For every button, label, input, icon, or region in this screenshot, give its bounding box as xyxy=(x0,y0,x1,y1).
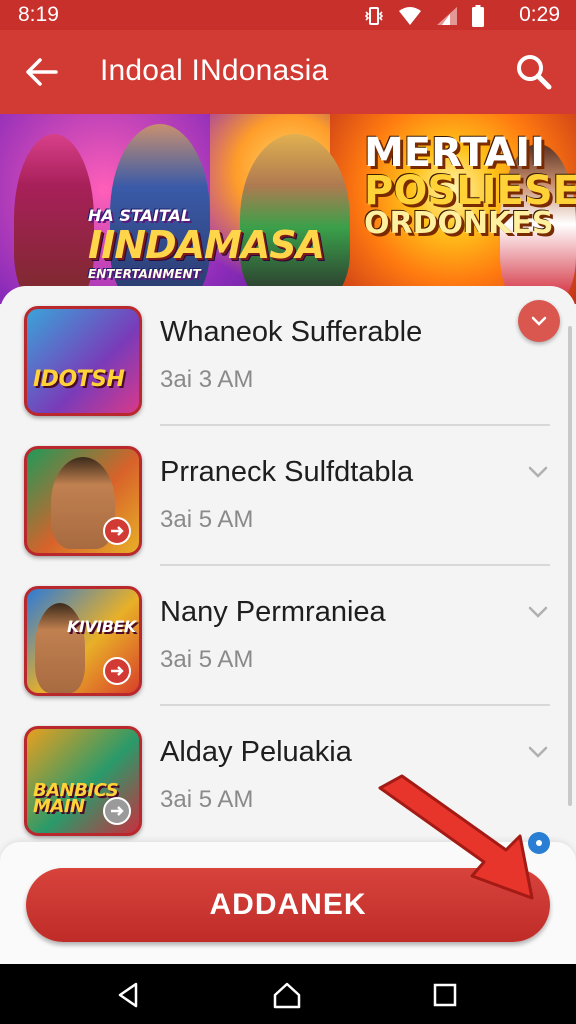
banner-right-line3: ORDONKES xyxy=(364,206,554,241)
banner-left-text: HA STAITAL IINDAMASA ENTERTAINMENT xyxy=(88,206,325,281)
status-time: 8:19 xyxy=(18,3,59,26)
item-title: Prraneck Sulfdtabla xyxy=(160,456,414,488)
arrow-right-icon xyxy=(111,666,124,676)
item-time: 3ai 3 AM xyxy=(160,366,254,393)
item-time: 3ai 5 AM xyxy=(160,506,254,533)
back-nav-icon[interactable] xyxy=(114,980,144,1010)
item-title: Alday Peluakia xyxy=(160,736,352,768)
item-thumbnail: BANBICS MAIN xyxy=(24,726,142,836)
vibrate-icon xyxy=(364,7,384,25)
item-thumbnail: KIVIBEK xyxy=(24,586,142,696)
thumbnail-text: KIVIBEK xyxy=(67,617,136,636)
status-bar: 8:19 0:29 xyxy=(0,0,576,30)
arrow-badge xyxy=(103,797,131,825)
item-title: Nany Permraniea xyxy=(160,596,386,628)
chevron-down-icon xyxy=(531,316,547,326)
list-item[interactable]: IDOTSH Whaneok Sufferable 3ai 3 AM xyxy=(0,286,576,426)
item-thumbnail: IDOTSH xyxy=(24,306,142,416)
banner-right-line2: POSLIESE xyxy=(364,168,576,214)
arrow-right-icon xyxy=(111,526,124,536)
banner-character-woman xyxy=(14,134,94,304)
status-icons xyxy=(364,5,484,27)
banner-right-line1: MERTAII xyxy=(364,130,546,176)
banner-left-tagline: ENTERTAINMENT xyxy=(88,267,201,281)
list-item[interactable]: Prraneck Sulfdtabla 3ai 5 AM xyxy=(0,426,576,566)
home-nav-icon[interactable] xyxy=(272,980,302,1010)
item-time: 3ai 5 AM xyxy=(160,786,254,813)
search-icon xyxy=(517,55,552,90)
pointer-arrow-icon xyxy=(378,774,534,900)
signal-icon xyxy=(437,7,457,25)
list-item[interactable]: KIVIBEK Nany Permraniea 3ai 5 AM xyxy=(0,566,576,706)
collapse-button[interactable] xyxy=(518,300,560,342)
arrow-badge xyxy=(103,517,131,545)
thumbnail-text: IDOTSH xyxy=(33,367,125,392)
arrow-left-icon xyxy=(26,58,58,86)
arrow-badge xyxy=(103,657,131,685)
search-button[interactable] xyxy=(512,50,556,94)
app-bar: Indoal INdonasia xyxy=(0,30,576,114)
battery-icon xyxy=(472,5,484,27)
item-thumbnail xyxy=(24,446,142,556)
page-title: Indoal INdonasia xyxy=(100,54,329,87)
item-time: 3ai 5 AM xyxy=(160,646,254,673)
chevron-down-icon[interactable] xyxy=(526,740,550,764)
banner-right-text: MERTAII POSLIESE ORDONKES xyxy=(364,130,576,241)
item-title: Whaneok Sufferable xyxy=(160,316,423,348)
recents-nav-icon[interactable] xyxy=(430,980,460,1010)
arrow-right-icon xyxy=(111,806,124,816)
wifi-icon xyxy=(399,7,421,25)
system-nav-bar xyxy=(0,964,576,1024)
status-clock: 0:29 xyxy=(519,3,560,26)
chevron-down-icon[interactable] xyxy=(526,460,550,484)
promo-banner[interactable]: HA STAITAL IINDAMASA ENTERTAINMENT MERTA… xyxy=(0,114,576,304)
banner-left-title: IINDAMASA xyxy=(88,223,325,267)
chevron-down-icon[interactable] xyxy=(526,600,550,624)
back-button[interactable] xyxy=(22,52,62,92)
